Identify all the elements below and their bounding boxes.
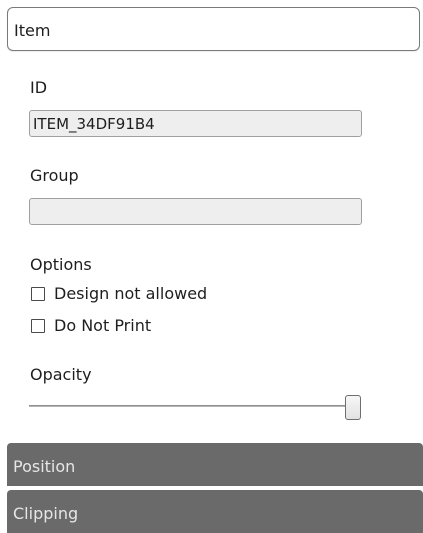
design-not-allowed-label: Design not allowed xyxy=(54,284,208,303)
do-not-print-checkbox[interactable] xyxy=(31,319,45,333)
id-input[interactable] xyxy=(29,110,362,137)
design-not-allowed-checkbox[interactable] xyxy=(31,287,45,301)
clipping-section-title: Clipping xyxy=(13,504,79,523)
opacity-slider-track[interactable] xyxy=(29,405,351,407)
position-section-title: Position xyxy=(13,457,76,476)
do-not-print-label: Do Not Print xyxy=(54,316,152,335)
do-not-print-option[interactable]: Do Not Print xyxy=(31,316,151,336)
item-section-header[interactable]: Item xyxy=(7,7,420,51)
group-input[interactable] xyxy=(29,198,362,225)
group-label: Group xyxy=(30,166,79,185)
id-label: ID xyxy=(30,78,48,97)
design-not-allowed-option[interactable]: Design not allowed xyxy=(31,284,207,304)
opacity-slider-handle[interactable] xyxy=(345,395,361,420)
position-section-header[interactable]: Position xyxy=(7,443,423,486)
opacity-label: Opacity xyxy=(30,365,92,384)
item-properties-panel: Item ID Group Options Design not allowed… xyxy=(0,0,423,533)
clipping-section-header[interactable]: Clipping xyxy=(7,490,423,533)
options-label: Options xyxy=(30,255,92,274)
item-section-title: Item xyxy=(14,21,51,40)
